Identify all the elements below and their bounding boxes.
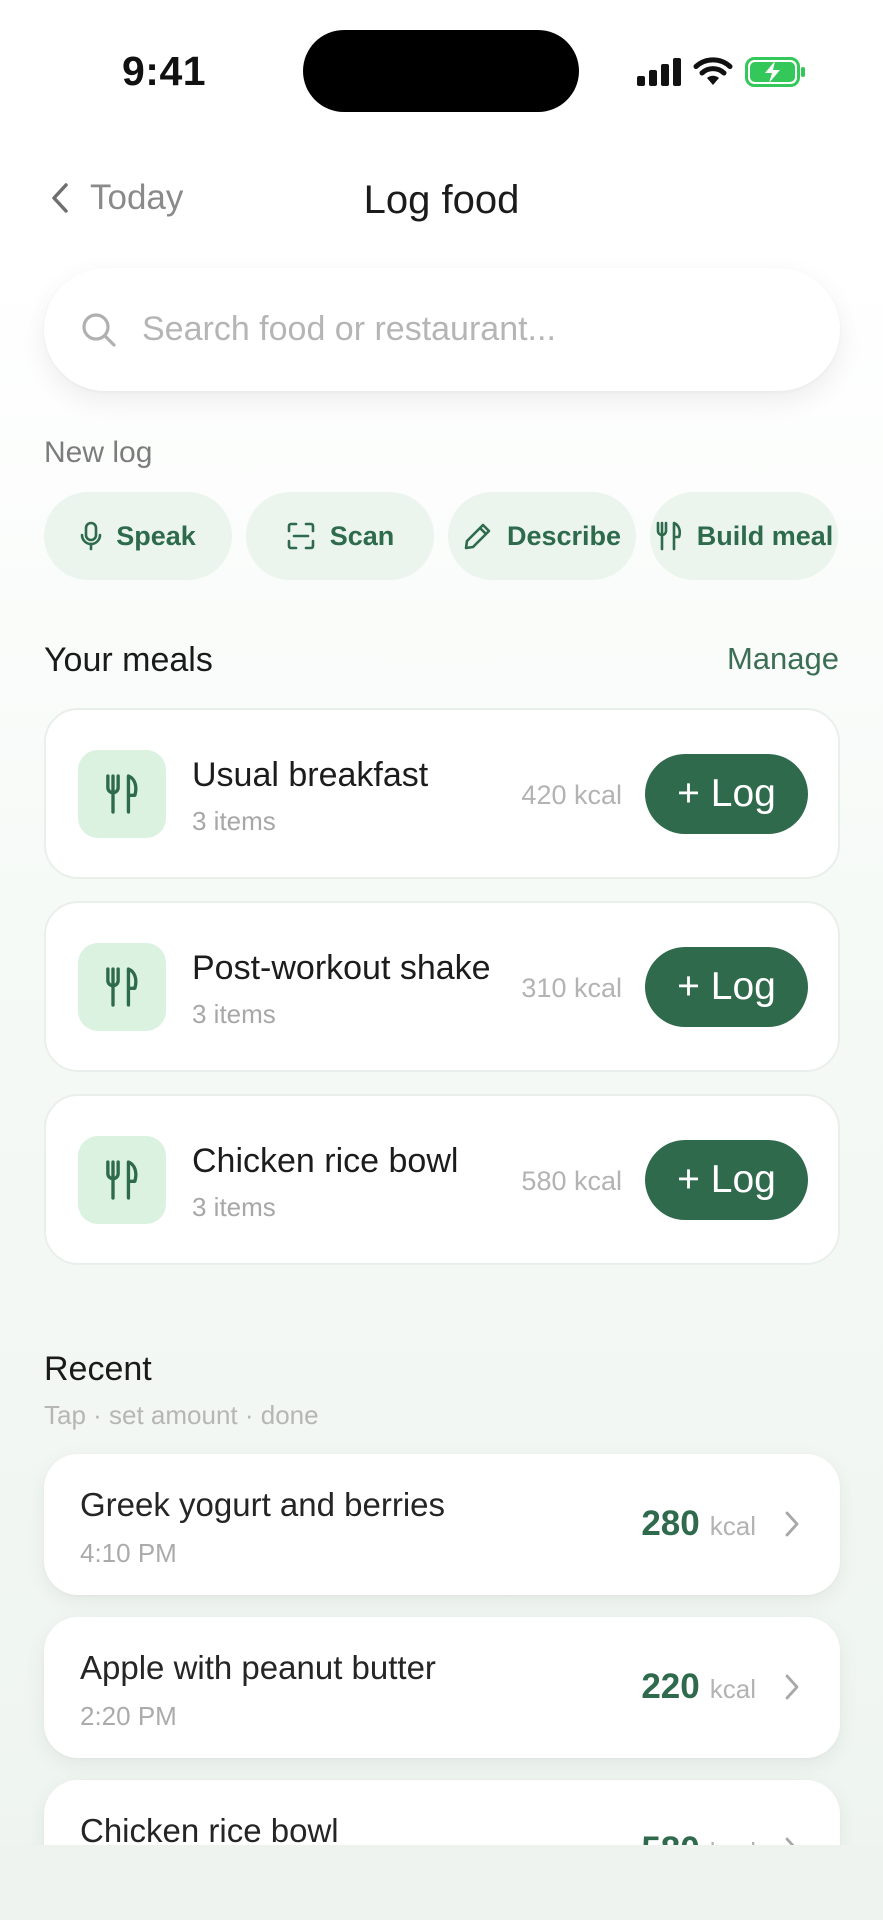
recent-item[interactable]: Greek yogurt and berries 4:10 PM 280 kca… [44, 1454, 840, 1595]
log-food-screen: 9:41 Today Log food Search food or resta… [0, 0, 883, 1920]
recent-item-name: Greek yogurt and berries [80, 1486, 446, 1523]
bottom-area [0, 1845, 883, 1920]
recent-item[interactable]: Chicken rice bowl 580 kcal [44, 1780, 840, 1845]
calories-unit: kcal [710, 1837, 756, 1845]
recent-item-time: 2:20 PM [80, 1701, 177, 1731]
recent-item-name: Apple with peanut butter [80, 1649, 436, 1686]
recent-item[interactable]: Apple with peanut butter 2:20 PM 220 kca… [44, 1617, 840, 1758]
recent-item-calories: 280 [641, 1504, 700, 1543]
recent-list: Greek yogurt and berries 4:10 PM 280 kca… [0, 0, 883, 1845]
recent-item-calories: 220 [641, 1667, 700, 1706]
chevron-right-icon [785, 1837, 795, 1845]
chevron-right-icon [785, 1511, 799, 1537]
chevron-right-icon [785, 1674, 799, 1700]
calories-unit: kcal [709, 1674, 756, 1704]
calories-unit: kcal [709, 1511, 756, 1541]
recent-item-time: 4:10 PM [80, 1538, 177, 1568]
recent-item-name: Chicken rice bowl [80, 1812, 339, 1845]
recent-item-calories: 580 [641, 1830, 699, 1845]
